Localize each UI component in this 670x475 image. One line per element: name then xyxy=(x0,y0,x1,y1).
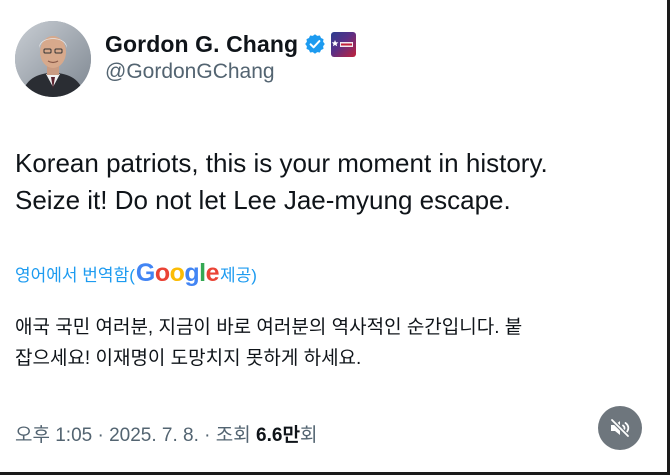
tweet-text-line: Seize it! Do not let Lee Jae-myung escap… xyxy=(15,185,511,215)
speaker-muted-icon xyxy=(610,418,630,438)
mute-button[interactable] xyxy=(598,406,642,450)
cpac-affiliation-badge[interactable] xyxy=(331,31,357,57)
translation-suffix: 제공) xyxy=(220,265,257,285)
tweet-text: Korean patriots, this is your moment in … xyxy=(15,145,655,219)
verified-checkmark-icon xyxy=(305,34,325,54)
translation-attribution-link[interactable]: 영어에서 번역함( Google 제공) xyxy=(15,256,257,290)
translated-text-line: 애국 국민 여러분, 지금이 바로 여러분의 역사적인 순간입니다. 붙 xyxy=(15,317,523,338)
translated-text-line: 잡으세요! 이재명이 도망치지 못하게 하세요. xyxy=(15,348,362,369)
avatar[interactable] xyxy=(15,21,91,97)
tweet-text-line: Korean patriots, this is your moment in … xyxy=(15,148,548,178)
translated-text: 애국 국민 여러분, 지금이 바로 여러분의 역사적인 순간입니다. 붙 잡으세… xyxy=(15,312,655,374)
google-logo: Google xyxy=(135,258,220,287)
author-handle[interactable]: @GordonGChang xyxy=(105,60,275,84)
tweet-timestamp[interactable]: 오후 1:05 · 2025. 7. 8. · 조회 xyxy=(15,425,256,446)
views-count: 6.6만 xyxy=(256,425,300,446)
translation-label: 영어에서 번역함( xyxy=(15,265,135,285)
author-name-row: Gordon G. Chang xyxy=(105,28,357,60)
views-suffix: 회 xyxy=(299,425,318,446)
author-name[interactable]: Gordon G. Chang xyxy=(105,31,298,58)
tweet-meta: 오후 1:05 · 2025. 7. 8. · 조회 6.6만회 xyxy=(15,420,317,447)
